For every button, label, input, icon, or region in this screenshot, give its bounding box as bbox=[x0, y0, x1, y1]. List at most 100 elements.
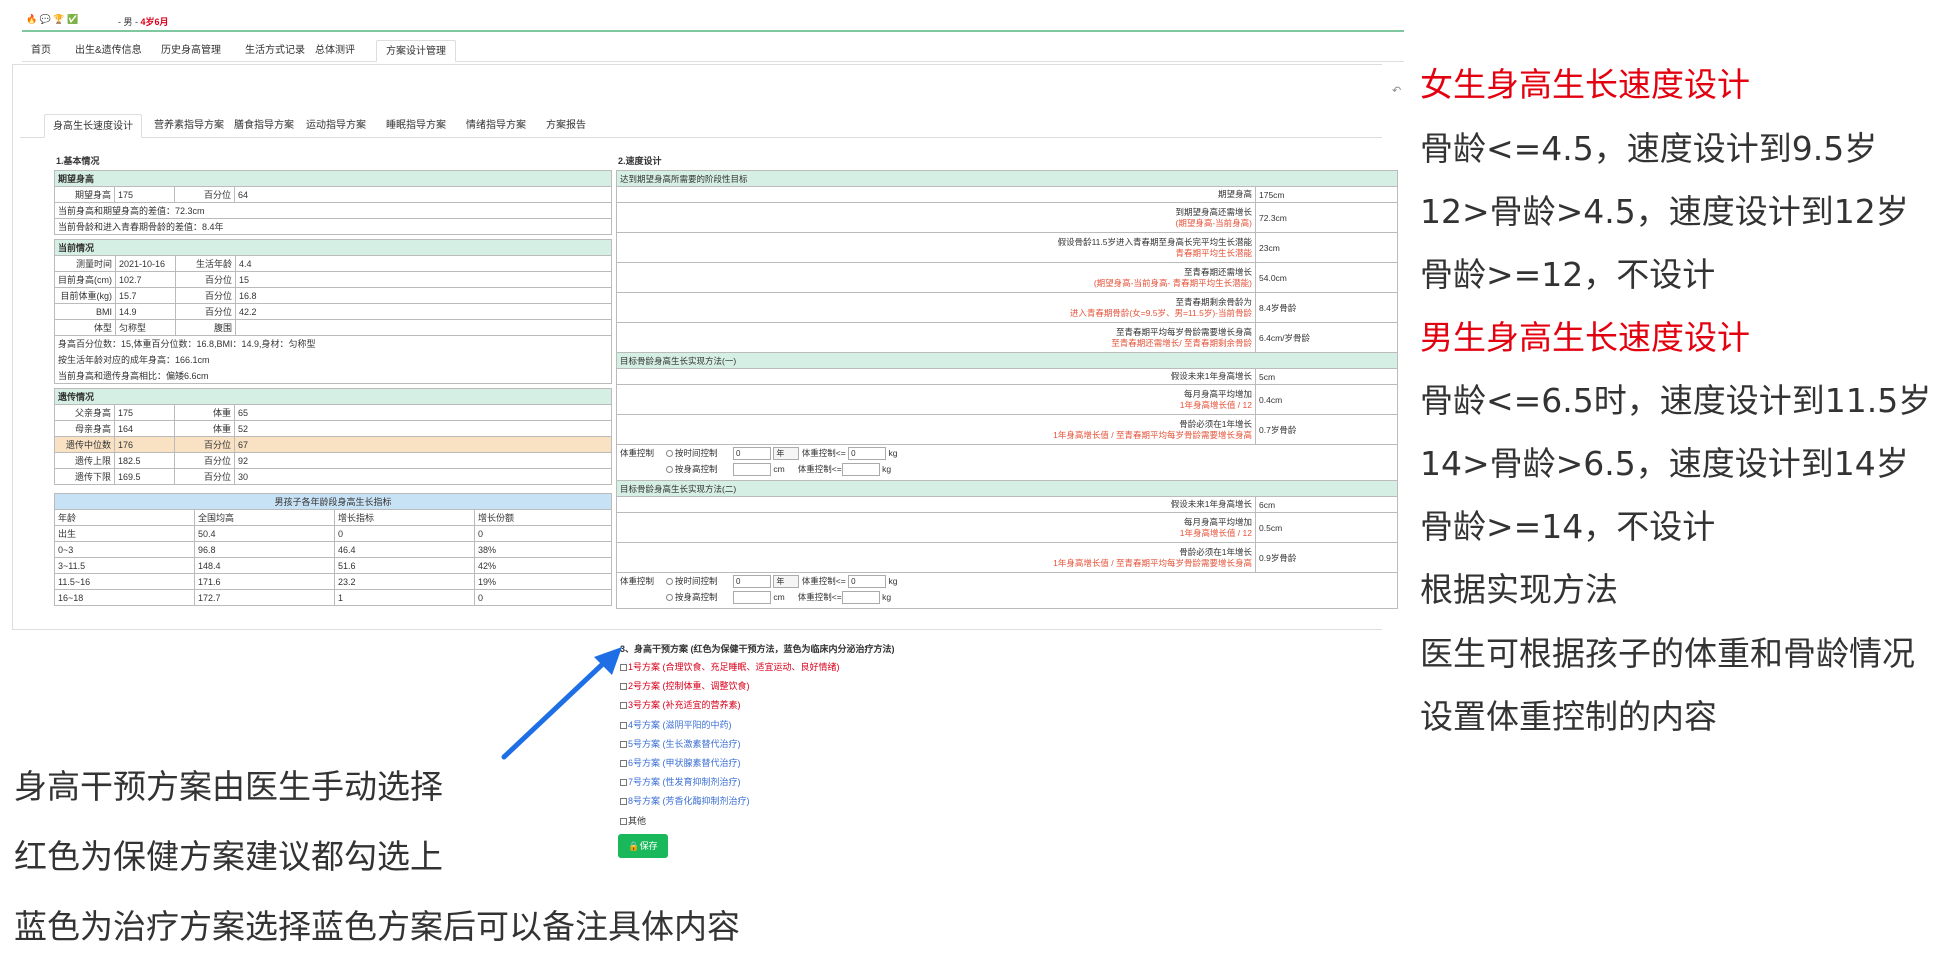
growth-cell: 51.6 bbox=[334, 557, 475, 574]
current-note-2: 按生活年龄对应的成年身高：166.1cm bbox=[54, 351, 612, 368]
growth-cell: 16~18 bbox=[54, 589, 195, 606]
annotation-line: 14>骨龄>6.5，速度设计到14岁 bbox=[1420, 444, 1909, 483]
genetic-value: 52 bbox=[234, 420, 612, 437]
main-tabs: 首页 出生&遗传信息 历史身高管理 生活方式记录 总体测评 方案设计管理 bbox=[22, 38, 1404, 62]
unit-select[interactable]: 年 bbox=[773, 575, 800, 589]
tab-height-history[interactable]: 历史身高管理 bbox=[152, 40, 230, 62]
current-table: 当前情况 测量时间 2021-10-16 生活年龄 4.4 目前身高(cm) 102.7… bbox=[54, 239, 612, 384]
plan-item-other[interactable]: 其他 bbox=[620, 814, 646, 828]
growth-col: 全国均高 bbox=[194, 509, 335, 526]
plan-item-5[interactable]: 5号方案 (生长激素替代治疗) bbox=[620, 737, 741, 751]
method-label: 骨龄必须在1年增长 bbox=[1179, 418, 1252, 429]
basic-info-title: 1.基本情况 bbox=[56, 156, 100, 166]
growth-cell: 172.7 bbox=[194, 589, 335, 606]
growth-cell: 38% bbox=[474, 541, 612, 558]
current-label: 生活年龄 bbox=[175, 255, 236, 272]
patient-gender: - 男 - bbox=[118, 17, 138, 27]
height-input[interactable] bbox=[733, 463, 771, 477]
plan-label: 其他 bbox=[628, 816, 647, 826]
annotation-girl-title: 女生身高生长速度设计 bbox=[1420, 65, 1750, 104]
expect-height-label: 期望身高 bbox=[54, 186, 115, 203]
patient-age: 4岁6月 bbox=[140, 17, 169, 27]
plan-item-1[interactable]: 1号方案 (合理饮食、充足睡眠、适宜运动、良好情绪) bbox=[620, 660, 840, 674]
plan-checkbox[interactable] bbox=[620, 798, 627, 806]
time-input[interactable]: 0 bbox=[733, 447, 771, 461]
growth-cell: 42% bbox=[474, 557, 612, 574]
stage-label: 到期望身高还需增长 bbox=[1175, 206, 1252, 217]
stage-label: 至青春期剩余骨龄为 bbox=[1175, 296, 1252, 307]
time-input[interactable]: 0 bbox=[733, 575, 771, 589]
current-note-3: 当前身高和遗传身高相比：偏矮6.6cm bbox=[54, 367, 612, 384]
kg-unit: kg bbox=[888, 576, 898, 586]
method-label: 骨龄必须在1年增长 bbox=[1179, 546, 1252, 557]
tab-lifestyle[interactable]: 生活方式记录 bbox=[236, 40, 314, 62]
top-bar: 🔥 💬 🏆 ✅ - 男 - 4岁6月 bbox=[22, 8, 1404, 32]
plan-item-2[interactable]: 2号方案 (控制体重、调整饮食) bbox=[620, 679, 750, 693]
kg-limit-label: 体重控制<= bbox=[797, 592, 842, 602]
growth-header: 男孩子各年龄段身高生长指标 bbox=[54, 493, 612, 510]
growth-cell: 96.8 bbox=[194, 541, 335, 558]
tab-plan-design[interactable]: 方案设计管理 bbox=[376, 40, 456, 62]
stage-value: 72.3cm bbox=[1255, 202, 1398, 233]
plan-item-3[interactable]: 3号方案 (补充适宜的营养素) bbox=[620, 698, 741, 712]
subtab-sleep[interactable]: 睡眠指导方案 bbox=[378, 114, 454, 138]
method-label: 假设未来1年身高增长 bbox=[1170, 499, 1252, 509]
annotation-plan-line: 身高干预方案由医生手动选择 bbox=[14, 767, 443, 806]
radio-by-height-label: 按身高控制 bbox=[675, 592, 718, 602]
plan-label: 6号方案 (甲状腺素替代治疗) bbox=[628, 758, 741, 768]
plans-title: 3、身高干预方案 (红色为保健干预方法，蓝色为临床内分泌治疗方法) bbox=[620, 644, 895, 654]
radio-by-height[interactable] bbox=[666, 594, 673, 602]
plan-item-4[interactable]: 4号方案 (滋阴平阳的中药) bbox=[620, 718, 732, 732]
radio-by-time[interactable] bbox=[666, 578, 673, 586]
annotation-line: 骨龄>=12，不设计 bbox=[1420, 255, 1716, 294]
kg-input[interactable]: 0 bbox=[848, 575, 887, 589]
stage-value: 8.4岁骨龄 bbox=[1255, 292, 1398, 323]
kg-input[interactable] bbox=[841, 591, 880, 605]
speed-design-title: 2.速度设计 bbox=[618, 156, 662, 166]
subtab-report[interactable]: 方案报告 bbox=[538, 114, 594, 138]
kg-input[interactable] bbox=[841, 463, 880, 477]
genetic-label: 百分位 bbox=[174, 452, 235, 469]
growth-col: 年龄 bbox=[54, 509, 195, 526]
back-icon[interactable]: ↶ bbox=[1392, 84, 1401, 97]
method-value: 6cm bbox=[1255, 496, 1398, 513]
genetic-label: 体重 bbox=[174, 404, 235, 421]
unit-select[interactable]: 年 bbox=[773, 447, 800, 461]
growth-cell: 0~3 bbox=[54, 541, 195, 558]
genetic-value: 67 bbox=[234, 436, 612, 453]
speed-design-area: 达到期望身高所需要的阶段性目标 期望身高 175cm 到期望身高还需增长 (期望身高… bbox=[616, 170, 1398, 636]
save-button[interactable]: 🔒保存 bbox=[618, 834, 668, 858]
current-value: 15 bbox=[235, 271, 612, 288]
plan-item-8[interactable]: 8号方案 (芳香化酶抑制剂治疗) bbox=[620, 794, 750, 808]
radio-by-height-label: 按身高控制 bbox=[675, 464, 718, 474]
genetic-header: 遗传情况 bbox=[54, 388, 612, 405]
radio-by-time[interactable] bbox=[666, 450, 673, 458]
plan-item-6[interactable]: 6号方案 (甲状腺素替代治疗) bbox=[620, 756, 741, 770]
plan-checkbox[interactable] bbox=[620, 818, 627, 826]
genetic-label: 遗传上限 bbox=[54, 452, 115, 469]
subtab-diet[interactable]: 膳食指导方案 bbox=[226, 114, 302, 138]
method-value: 0.5cm bbox=[1255, 512, 1398, 543]
kg-limit-label: 体重控制<= bbox=[801, 576, 846, 586]
stage-note: 青春期平均生长潜能 bbox=[1175, 247, 1252, 258]
plan-item-7[interactable]: 7号方案 (性发育抑制剂治疗) bbox=[620, 775, 741, 789]
subtab-exercise[interactable]: 运动指导方案 bbox=[298, 114, 374, 138]
subtab-emotion[interactable]: 情绪指导方案 bbox=[458, 114, 534, 138]
current-label: 百分位 bbox=[175, 287, 236, 304]
plan-checkbox[interactable] bbox=[620, 779, 627, 787]
genetic-value: 65 bbox=[234, 404, 612, 421]
genetic-value: 164 bbox=[114, 420, 175, 437]
kg-input[interactable]: 0 bbox=[848, 447, 887, 461]
subtab-height-speed[interactable]: 身高生长速度设计 bbox=[44, 114, 142, 138]
stage-note: 至青春期还需增长/ 至青春期剩余骨龄 bbox=[1111, 337, 1252, 348]
method-value: 0.7岁骨龄 bbox=[1255, 414, 1398, 445]
tab-evaluation[interactable]: 总体测评 bbox=[306, 40, 364, 62]
subtab-nutrients[interactable]: 营养素指导方案 bbox=[146, 114, 232, 138]
annotation-line: 设置体重控制的内容 bbox=[1420, 697, 1717, 736]
genetic-value: 182.5 bbox=[114, 452, 175, 469]
annotation-line: 12>骨龄>4.5，速度设计到12岁 bbox=[1420, 192, 1909, 231]
tab-home[interactable]: 首页 bbox=[22, 40, 60, 62]
radio-by-height[interactable] bbox=[666, 466, 673, 474]
tab-birth-genetic[interactable]: 出生&遗传信息 bbox=[66, 40, 151, 62]
height-input[interactable] bbox=[733, 591, 771, 605]
